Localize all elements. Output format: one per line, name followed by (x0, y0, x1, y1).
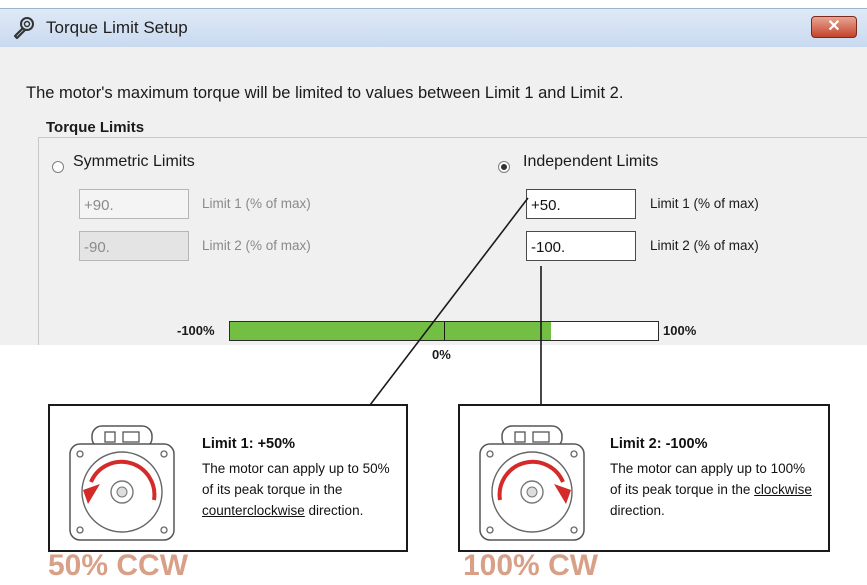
limit2-text-suffix: direction. (610, 503, 665, 518)
motor-ccw-icon (69, 425, 175, 541)
limit1-callout-title: Limit 1: +50% (202, 436, 296, 452)
limit1-text-prefix: The motor can apply up to 50% of its pea… (202, 461, 390, 497)
cw-caption: 100% CW (463, 549, 599, 582)
limit1-leader-line (369, 197, 529, 406)
limit2-direction: clockwise (754, 482, 812, 497)
limit1-direction: counterclockwise (202, 503, 305, 518)
limit1-callout: Limit 1: +50% The motor can apply up to … (48, 404, 408, 552)
motor-cw-icon (479, 425, 585, 541)
limit2-callout: Limit 2: -100% The motor can apply up to… (458, 404, 830, 552)
limit1-text-suffix: direction. (304, 503, 364, 518)
limit2-callout-title: Limit 2: -100% (610, 436, 708, 452)
ccw-caption: 50% CCW (48, 549, 189, 582)
limit1-callout-text: The motor can apply up to 50% of its pea… (202, 458, 402, 521)
limit2-callout-text: The motor can apply up to 100% of its pe… (610, 458, 815, 521)
